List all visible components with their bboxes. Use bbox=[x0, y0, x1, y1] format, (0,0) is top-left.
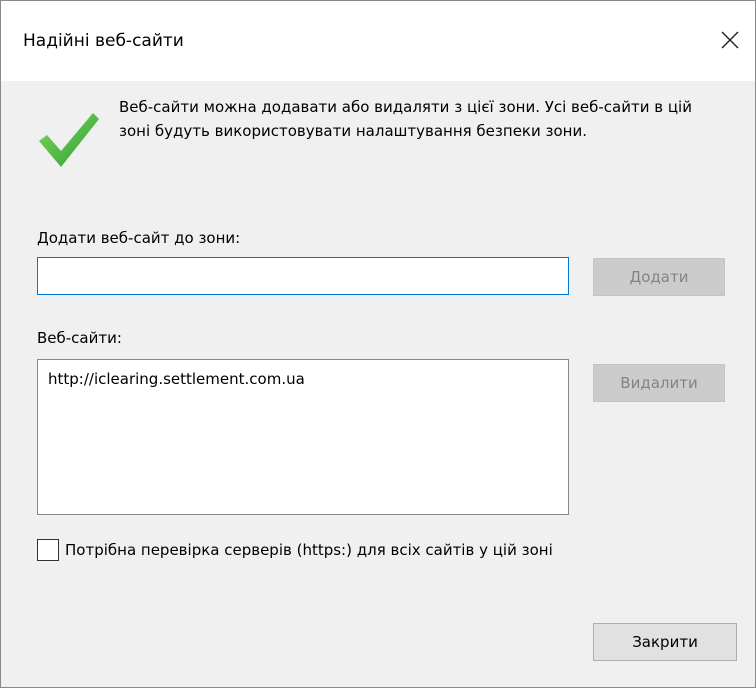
zone-description: Веб-сайти можна додавати або видаляти з … bbox=[119, 98, 692, 140]
remove-button[interactable]: Видалити bbox=[593, 364, 725, 402]
close-button[interactable]: Закрити bbox=[593, 623, 737, 661]
sites-list-label: Веб-сайти: bbox=[37, 329, 122, 347]
close-icon bbox=[721, 31, 739, 49]
dialog-title: Надійні веб-сайти bbox=[23, 31, 184, 51]
add-site-label: Додати веб-сайт до зони: bbox=[37, 229, 241, 247]
sites-list[interactable]: http://iclearing.settlement.com.ua bbox=[37, 359, 569, 515]
list-item[interactable]: http://iclearing.settlement.com.ua bbox=[48, 370, 305, 388]
checkmark-icon bbox=[39, 113, 99, 167]
https-checkbox[interactable] bbox=[37, 539, 59, 561]
https-checkbox-row[interactable]: Потрібна перевірка серверів (https:) для… bbox=[37, 537, 553, 563]
trusted-sites-dialog: Надійні веб-сайти Веб-сайти можна додава… bbox=[0, 0, 756, 688]
title-bar: Надійні веб-сайти bbox=[1, 1, 755, 81]
add-site-input[interactable] bbox=[37, 257, 569, 295]
close-window-button[interactable] bbox=[701, 17, 755, 65]
https-checkbox-label: Потрібна перевірка серверів (https:) для… bbox=[65, 541, 553, 559]
add-button[interactable]: Додати bbox=[593, 258, 725, 296]
